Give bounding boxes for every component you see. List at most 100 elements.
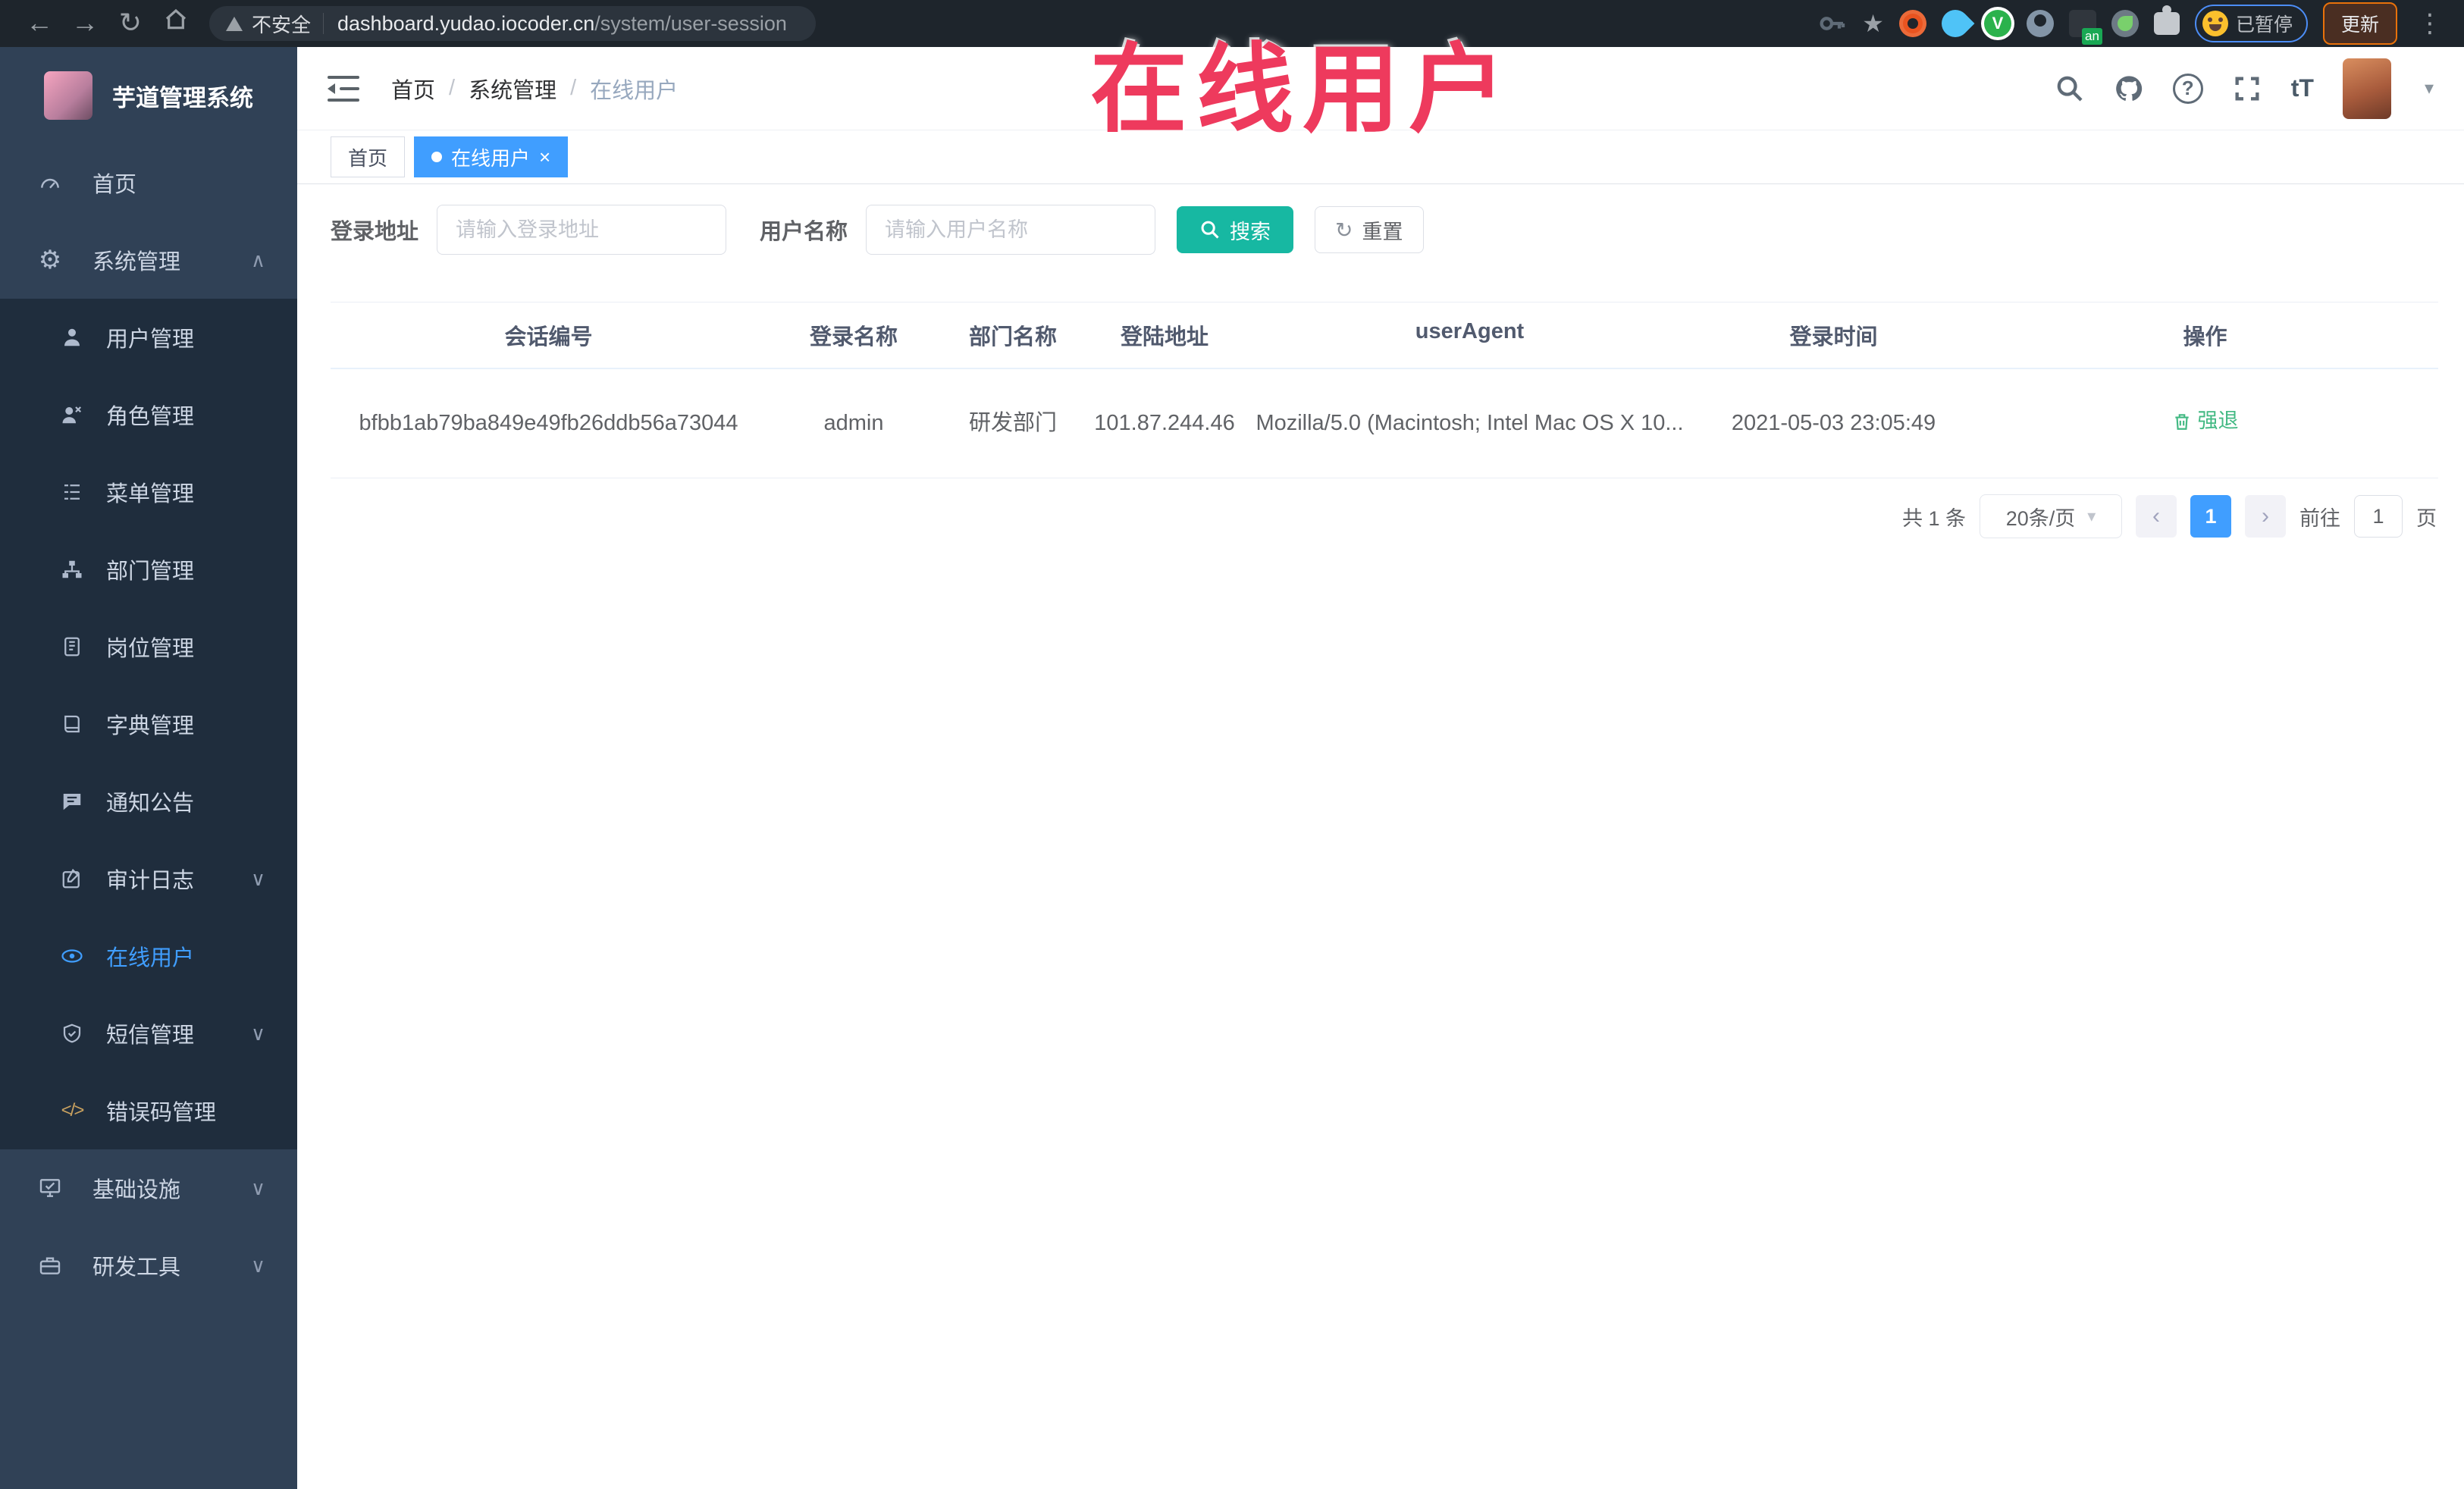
table-row: bfbb1ab79ba849e49fb26ddb56a73044 admin 研… bbox=[331, 369, 2438, 478]
sidebar-item-infrastructure[interactable]: 基础设施 ∨ bbox=[0, 1149, 297, 1227]
extension-orange-icon[interactable] bbox=[1898, 10, 1926, 37]
back-icon[interactable]: ← bbox=[17, 5, 62, 42]
chevron-down-icon: ▾ bbox=[2087, 506, 2096, 525]
col-dept-name: 部门名称 bbox=[968, 325, 1057, 350]
sidebar-item-dict-management[interactable]: 字典管理 bbox=[0, 685, 297, 763]
fullscreen-icon[interactable] bbox=[2232, 74, 2262, 104]
goto-page-input[interactable] bbox=[2354, 495, 2403, 538]
sidebar-item-audit-log[interactable]: 审计日志 ∨ bbox=[0, 840, 297, 917]
paused-extension-badge[interactable]: 已暂停 bbox=[2194, 5, 2308, 42]
cell-login-name: admin bbox=[823, 411, 884, 436]
current-page-button[interactable]: 1 bbox=[2190, 495, 2231, 538]
reset-button[interactable]: ↻ 重置 bbox=[1315, 206, 1424, 253]
sidebar-item-error-code[interactable]: </> 错误码管理 bbox=[0, 1072, 297, 1149]
cell-session-id: bfbb1ab79ba849e49fb26ddb56a73044 bbox=[359, 411, 738, 436]
reload-icon[interactable]: ↻ bbox=[108, 5, 153, 42]
col-login-address: 登陆地址 bbox=[1120, 325, 1208, 350]
list-icon bbox=[59, 479, 85, 505]
sidebar-item-role-management[interactable]: 角色管理 bbox=[0, 376, 297, 453]
extensions-puzzle-icon[interactable] bbox=[2153, 5, 2180, 35]
avatar[interactable] bbox=[2342, 58, 2391, 119]
delete-icon bbox=[2174, 413, 2189, 430]
dashboard-icon bbox=[36, 169, 64, 196]
breadcrumb-home[interactable]: 首页 bbox=[391, 73, 435, 105]
sidebar-item-sms-management[interactable]: 短信管理 ∨ bbox=[0, 995, 297, 1072]
key-icon[interactable] bbox=[1817, 8, 1847, 39]
page-unit-label: 页 bbox=[2416, 506, 2437, 530]
app-logo-row[interactable]: 芋道管理系统 bbox=[0, 47, 297, 144]
page-size-select[interactable]: 20条/页 ▾ bbox=[1980, 494, 2122, 538]
id-badge-icon bbox=[59, 634, 85, 660]
sidebar-item-dept-management[interactable]: 部门管理 bbox=[0, 531, 297, 608]
sessions-table: 会话编号 登录名称 部门名称 登陆地址 userAgent 登录时间 操作 bf… bbox=[331, 302, 2438, 478]
roles-icon bbox=[59, 402, 85, 428]
close-icon[interactable]: × bbox=[539, 147, 550, 167]
search-icon[interactable] bbox=[2055, 74, 2085, 104]
sidebar-item-user-management[interactable]: 用户管理 bbox=[0, 299, 297, 376]
sidebar-item-home[interactable]: 首页 bbox=[0, 144, 297, 221]
tab-home[interactable]: 首页 bbox=[331, 136, 406, 177]
browser-menu-icon[interactable]: ⋮ bbox=[2412, 8, 2447, 39]
col-login-name: 登录名称 bbox=[809, 325, 898, 350]
shield-check-icon bbox=[59, 1020, 85, 1046]
avatar-caret-icon[interactable]: ▾ bbox=[2425, 77, 2434, 99]
sidebar-item-post-management[interactable]: 岗位管理 bbox=[0, 608, 297, 685]
sidebar-item-system-management[interactable]: ⚙ 系统管理 ∧ bbox=[0, 221, 297, 299]
org-tree-icon bbox=[59, 556, 85, 582]
sidebar-item-dev-tools[interactable]: 研发工具 ∨ bbox=[0, 1227, 297, 1304]
sidebar-item-menu-management[interactable]: 菜单管理 bbox=[0, 453, 297, 531]
extension-leaf-icon[interactable] bbox=[2111, 10, 2139, 37]
cell-login-time: 2021-05-03 23:05:49 bbox=[1731, 411, 1936, 436]
breadcrumb-system[interactable]: 系统管理 bbox=[469, 73, 556, 105]
chevron-up-icon: ∧ bbox=[250, 248, 265, 271]
username-label: 用户名称 bbox=[760, 220, 848, 244]
total-count: 共 1 条 bbox=[1901, 506, 1966, 530]
breadcrumb: 首页 / 系统管理 / 在线用户 bbox=[391, 73, 678, 105]
tab-online-users[interactable]: 在线用户 × bbox=[414, 136, 569, 177]
help-icon[interactable]: ? bbox=[2172, 73, 2203, 104]
user-icon bbox=[59, 324, 85, 350]
chevron-down-icon: ∨ bbox=[250, 867, 265, 890]
announcement-icon bbox=[59, 788, 85, 814]
online-users-icon bbox=[59, 943, 85, 969]
github-icon[interactable] bbox=[2114, 74, 2144, 104]
force-logout-button[interactable]: 强退 bbox=[2172, 405, 2239, 437]
cell-user-agent: Mozilla/5.0 (Macintosh; Intel Mac OS X 1… bbox=[1256, 411, 1684, 436]
search-button[interactable]: 搜索 bbox=[1177, 206, 1294, 253]
warning-icon bbox=[226, 16, 243, 31]
extension-green-icon[interactable]: V bbox=[1983, 10, 2011, 37]
login-address-input[interactable] bbox=[437, 205, 727, 255]
extension-badge: an bbox=[2082, 28, 2102, 45]
font-size-icon[interactable]: tT bbox=[2291, 74, 2314, 102]
extension-grid-icon[interactable]: an bbox=[2068, 10, 2102, 45]
browser-update-button[interactable]: 更新 bbox=[2322, 2, 2397, 45]
security-label[interactable]: 不安全 bbox=[252, 10, 311, 38]
next-page-button[interactable]: › bbox=[2245, 495, 2286, 538]
col-user-agent: userAgent bbox=[1415, 319, 1525, 343]
extension-drop-icon[interactable] bbox=[1936, 4, 1975, 43]
col-session-id: 会话编号 bbox=[504, 325, 593, 350]
app-title: 芋道管理系统 bbox=[112, 84, 253, 111]
extension-person-icon[interactable] bbox=[2026, 10, 2054, 37]
reset-icon: ↻ bbox=[1335, 218, 1353, 242]
col-login-time: 登录时间 bbox=[1789, 325, 1878, 350]
forward-icon[interactable]: → bbox=[62, 5, 108, 42]
monitor-icon bbox=[36, 1174, 64, 1202]
breadcrumb-current: 在线用户 bbox=[590, 78, 679, 103]
chevron-down-icon: ∨ bbox=[250, 1176, 265, 1199]
bookmark-star-icon[interactable]: ★ bbox=[1862, 9, 1884, 38]
pagination: 共 1 条 20条/页 ▾ ‹ 1 › 前往 页 bbox=[1902, 494, 2437, 538]
prev-page-button[interactable]: ‹ bbox=[2136, 495, 2177, 538]
gear-icon: ⚙ bbox=[38, 246, 62, 274]
collapse-sidebar-icon[interactable] bbox=[328, 75, 359, 102]
goto-label: 前往 bbox=[2299, 506, 2340, 530]
username-input[interactable] bbox=[866, 205, 1156, 255]
sidebar-item-notice[interactable]: 通知公告 bbox=[0, 763, 297, 840]
sidebar-item-online-users[interactable]: 在线用户 bbox=[0, 917, 297, 995]
emoji-face-icon bbox=[2202, 11, 2228, 36]
filter-bar: 登录地址 用户名称 搜索 ↻ 重置 bbox=[331, 205, 1424, 255]
app-logo bbox=[44, 71, 92, 120]
main-content: 登录地址 用户名称 搜索 ↻ 重置 会话编号 登录名称 部门名称 登陆地址 us… bbox=[297, 185, 2464, 1489]
home-icon[interactable] bbox=[153, 5, 199, 42]
address-bar[interactable]: 不安全 dashboard.yudao.iocoder.cn/system/us… bbox=[209, 6, 816, 41]
